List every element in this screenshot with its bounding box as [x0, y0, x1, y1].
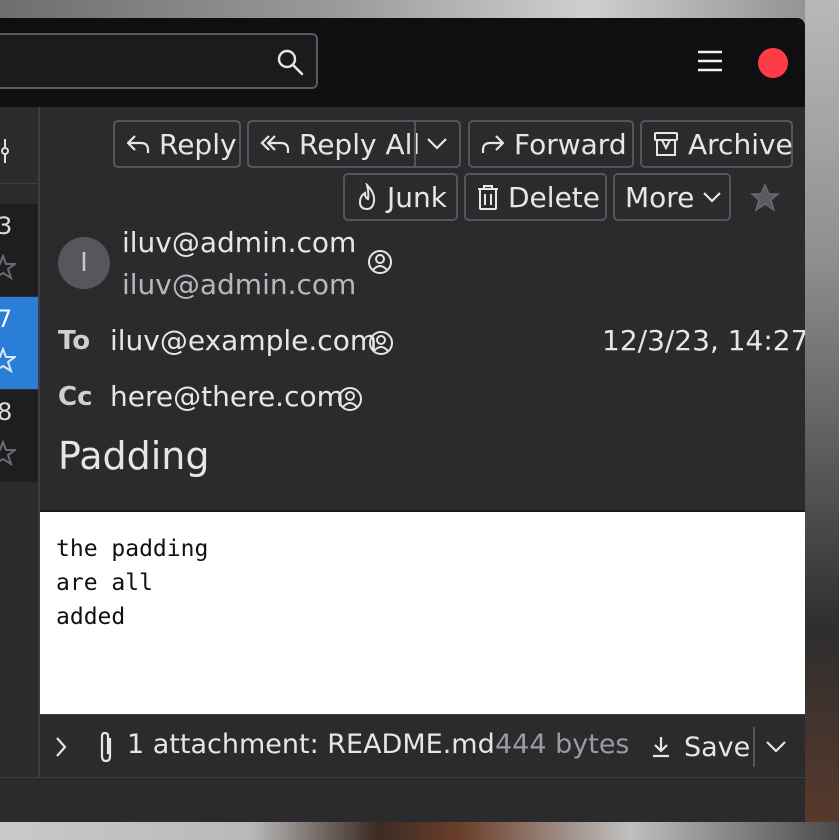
- forward-label: Forward: [514, 127, 627, 161]
- body-line: are all: [56, 570, 153, 596]
- chevron-down-icon[interactable]: [765, 739, 787, 755]
- attachment-size: 444 bytes: [495, 729, 630, 760]
- reply-button[interactable]: Reply: [113, 120, 241, 168]
- reply-all-icon: [260, 135, 290, 153]
- archive-button[interactable]: Archive: [640, 120, 793, 168]
- message-subject: Padding: [58, 434, 210, 478]
- search-icon[interactable]: [276, 48, 304, 76]
- save-attachment-button[interactable]: Save: [650, 723, 750, 771]
- star-icon[interactable]: [0, 254, 16, 280]
- avatar: I: [58, 237, 110, 289]
- chevron-down-icon: [703, 192, 722, 203]
- junk-button[interactable]: Junk: [343, 173, 458, 221]
- more-button[interactable]: More: [613, 173, 731, 221]
- message-body[interactable]: the padding are all added: [40, 510, 805, 714]
- junk-fire-icon: [358, 183, 376, 211]
- star-icon[interactable]: [0, 440, 16, 466]
- message-row-number: 8: [0, 398, 13, 426]
- save-split-divider: [753, 727, 755, 767]
- junk-label: Junk: [387, 180, 447, 214]
- archive-label: Archive: [688, 127, 793, 161]
- chevron-down-icon[interactable]: [426, 136, 448, 152]
- chevron-right-icon[interactable]: [54, 735, 68, 759]
- avatar-initial: I: [80, 248, 88, 278]
- message-row-number: 7: [0, 305, 13, 333]
- paperclip-icon: [100, 731, 112, 763]
- delete-label: Delete: [508, 180, 600, 214]
- title-bar: [0, 18, 805, 107]
- forward-icon: [481, 135, 505, 153]
- message-row-selected[interactable]: 7: [0, 297, 38, 389]
- reply-all-label: Reply All: [299, 127, 421, 161]
- attachment-summary[interactable]: 1 attachment: README.md: [127, 729, 495, 760]
- to-label: To: [58, 326, 91, 356]
- delete-button[interactable]: Delete: [464, 173, 607, 221]
- desktop-background-bottom: [0, 822, 839, 840]
- more-label: More: [625, 180, 695, 214]
- star-icon[interactable]: [0, 347, 16, 373]
- reply-icon: [126, 135, 150, 153]
- close-window-button[interactable]: [758, 48, 788, 78]
- cc-label: Cc: [58, 382, 93, 412]
- contact-icon[interactable]: [368, 330, 394, 356]
- message-row[interactable]: 3: [0, 204, 38, 296]
- hamburger-menu-icon[interactable]: [696, 49, 724, 73]
- message-body-text: the padding are all added: [56, 532, 208, 634]
- attachment-bar: 1 attachment: README.md 444 bytes Save: [40, 714, 805, 778]
- star-icon[interactable]: [750, 183, 780, 213]
- status-bar: [0, 777, 805, 822]
- from-name[interactable]: iluv@admin.com: [122, 226, 356, 259]
- message-row-number: 3: [0, 212, 13, 240]
- reply-label: Reply: [159, 127, 237, 161]
- save-label: Save: [684, 731, 751, 763]
- desktop-background: [805, 0, 839, 840]
- archive-icon: [654, 132, 678, 156]
- trash-icon: [478, 185, 498, 210]
- cc-recipient[interactable]: here@there.com: [110, 380, 344, 413]
- body-line: the padding: [56, 536, 209, 562]
- body-line: added: [56, 604, 126, 630]
- message-list-header: [0, 107, 38, 184]
- download-icon: [653, 737, 669, 758]
- filter-icon[interactable]: [0, 137, 12, 165]
- message-list: 3 7 8: [0, 107, 38, 777]
- message-date: 12/3/23, 14:27: [602, 324, 805, 357]
- message-row[interactable]: 8: [0, 390, 38, 482]
- contact-icon[interactable]: [337, 386, 363, 412]
- from-address[interactable]: iluv@admin.com: [122, 268, 356, 301]
- forward-button[interactable]: Forward: [468, 120, 634, 168]
- to-recipient[interactable]: iluv@example.com: [110, 324, 377, 357]
- search-input[interactable]: [0, 33, 318, 89]
- mail-window: 3 7 8 Reply Reply All Forward Archive Ju…: [0, 18, 805, 822]
- contact-icon[interactable]: [367, 249, 393, 275]
- reply-all-split-divider: [414, 120, 416, 168]
